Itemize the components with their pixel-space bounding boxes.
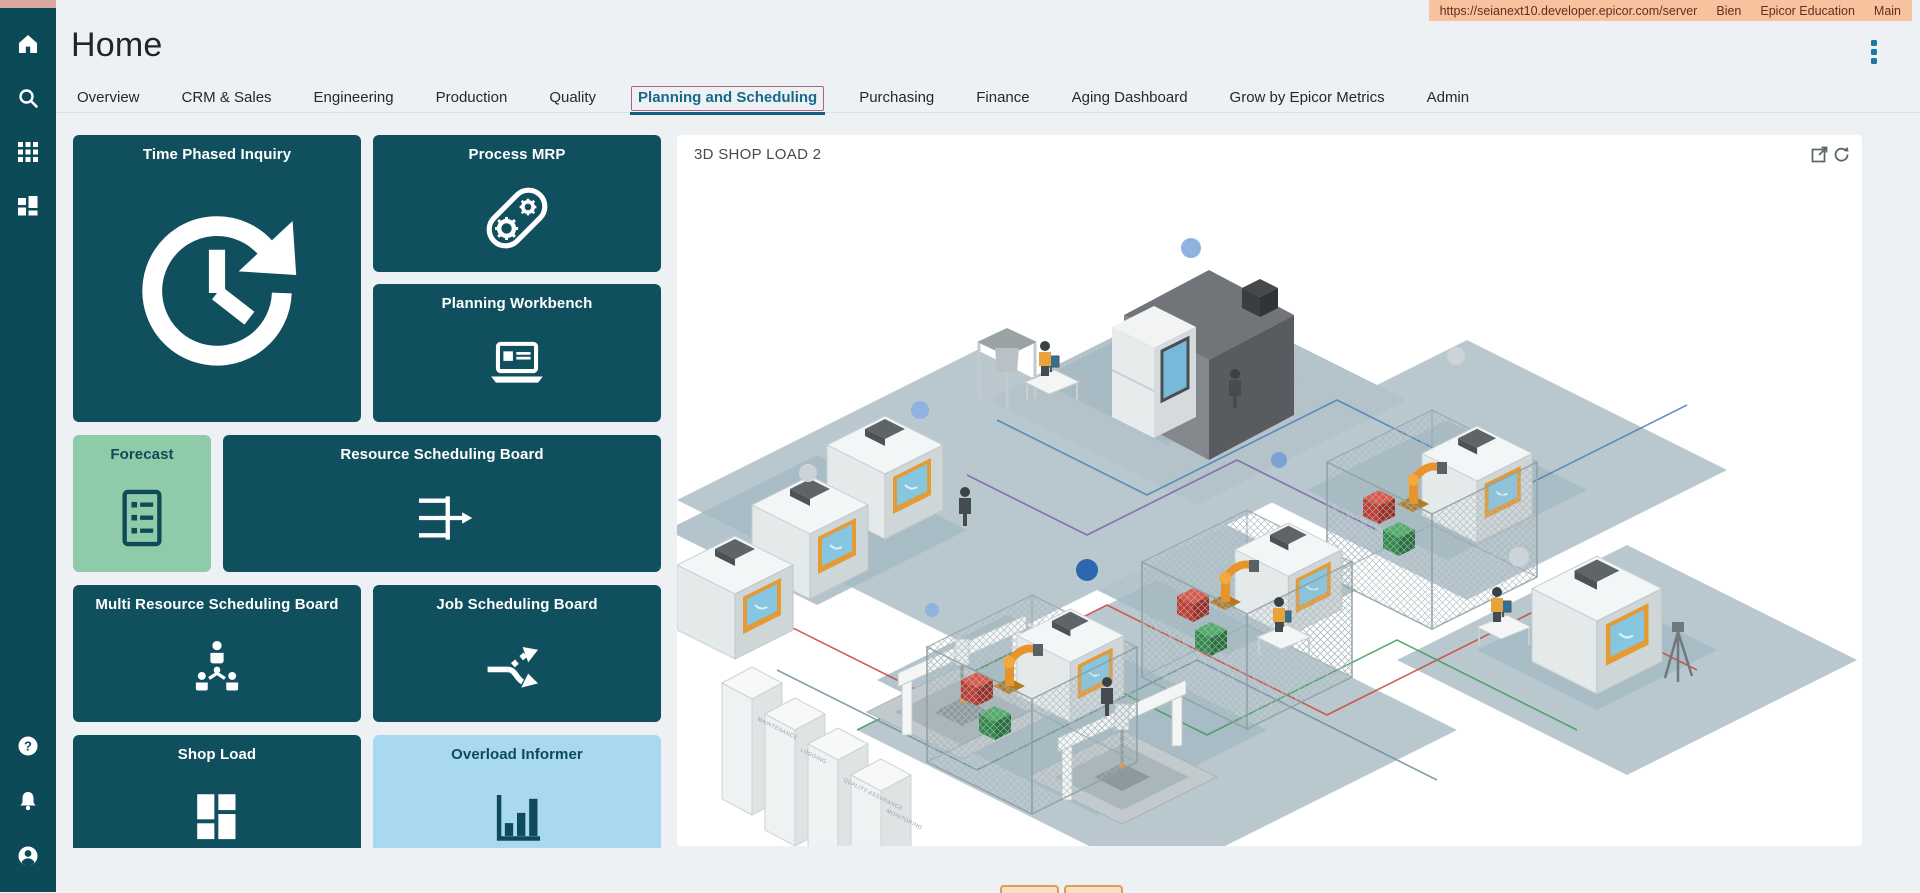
environment-color-strip — [0, 0, 56, 8]
tab-purchasing[interactable]: Purchasing — [852, 86, 941, 111]
tab-grow-by-epicor-metrics[interactable]: Grow by Epicor Metrics — [1223, 86, 1392, 111]
home-icon — [16, 32, 40, 56]
refresh-button[interactable] — [1832, 146, 1850, 164]
tab-production[interactable]: Production — [429, 86, 515, 111]
tile-time-phased-inquiry[interactable]: Time Phased Inquiry — [73, 135, 361, 422]
svg-text:?: ? — [24, 739, 32, 754]
tile-multi-resource-scheduling-board[interactable]: Multi Resource Scheduling Board — [73, 585, 361, 722]
search-nav-button[interactable] — [0, 76, 56, 120]
tile-resource-scheduling-board[interactable]: Resource Scheduling Board — [223, 435, 661, 572]
org-people-icon — [184, 635, 250, 701]
page-title: Home — [71, 26, 163, 65]
apps-grid-icon — [17, 141, 39, 163]
help-icon: ? — [16, 734, 40, 758]
user-account-icon — [16, 844, 40, 868]
bell-icon — [17, 790, 39, 812]
search-icon — [16, 86, 40, 110]
notifications-button[interactable] — [0, 779, 56, 823]
shop-load-panel: 3D SHOP LOAD 2 — [677, 135, 1862, 846]
clock-history-icon — [127, 203, 307, 383]
tile-forecast[interactable]: Forecast — [73, 435, 211, 572]
tab-quality[interactable]: Quality — [542, 86, 603, 111]
home-nav-button[interactable] — [0, 22, 56, 66]
banner-link-env: Epicor Education — [1760, 4, 1855, 18]
tab-crm-sales[interactable]: CRM & Sales — [175, 86, 279, 111]
browser-url-banner: https://seianext10.developer.epicor.com/… — [1429, 0, 1912, 21]
tile-process-mrp[interactable]: Process MRP — [373, 135, 661, 272]
tab-bar: Overview CRM & Sales Engineering Product… — [70, 86, 1504, 111]
tab-overview[interactable]: Overview — [70, 86, 147, 111]
tab-planning-and-scheduling[interactable]: Planning and Scheduling — [631, 86, 824, 111]
banner-link-site: Main — [1874, 4, 1901, 18]
tab-aging-dashboard[interactable]: Aging Dashboard — [1065, 86, 1195, 111]
tile-overload-informer[interactable]: Overload Informer — [373, 735, 661, 848]
account-button[interactable] — [0, 834, 56, 878]
epicor-home-app: ? https://seianext10.developer.epicor.co… — [0, 0, 1920, 892]
apps-nav-button[interactable] — [0, 130, 56, 174]
shop-floor-3d-illustration: MAINTENANCE LOGGING QUALITY ASSURANCE MO… — [677, 170, 1862, 846]
tiles-grid-icon — [184, 785, 250, 849]
belt-gears-icon — [480, 181, 554, 255]
tile-planning-workbench[interactable]: Planning Workbench — [373, 284, 661, 422]
refresh-icon — [1833, 146, 1850, 163]
banner-url: https://seianext10.developer.epicor.com/… — [1440, 4, 1698, 18]
tab-row-divider — [56, 112, 1920, 113]
tab-finance[interactable]: Finance — [969, 86, 1036, 111]
utility-cabinets: MAINTENANCE LOGGING QUALITY ASSURANCE MO… — [722, 667, 923, 846]
tile-shop-load[interactable]: Shop Load — [73, 735, 361, 848]
tile-job-scheduling-board[interactable]: Job Scheduling Board — [373, 585, 661, 722]
laptop-icon — [483, 333, 551, 401]
dashboard-icon — [17, 195, 39, 217]
tile-grid: Time Phased Inquiry Process MRP — [73, 135, 661, 848]
left-nav-rail: ? — [0, 0, 56, 892]
help-button[interactable]: ? — [0, 724, 56, 768]
overflow-menu-button[interactable] — [1858, 36, 1890, 68]
tab-engineering[interactable]: Engineering — [307, 86, 401, 111]
branch-arrows-icon — [482, 633, 552, 703]
open-in-new-window-button[interactable] — [1810, 146, 1828, 164]
panel-title: 3D SHOP LOAD 2 — [694, 146, 821, 163]
kebab-icon — [1871, 40, 1877, 46]
dashboards-nav-button[interactable] — [0, 184, 56, 228]
tab-admin[interactable]: Admin — [1420, 86, 1477, 111]
open-in-new-icon — [1811, 146, 1828, 163]
merge-arrow-icon — [406, 482, 478, 554]
list-form-icon — [111, 487, 173, 549]
banner-link-user: Bien — [1716, 4, 1741, 18]
bar-chart-icon — [485, 786, 549, 849]
